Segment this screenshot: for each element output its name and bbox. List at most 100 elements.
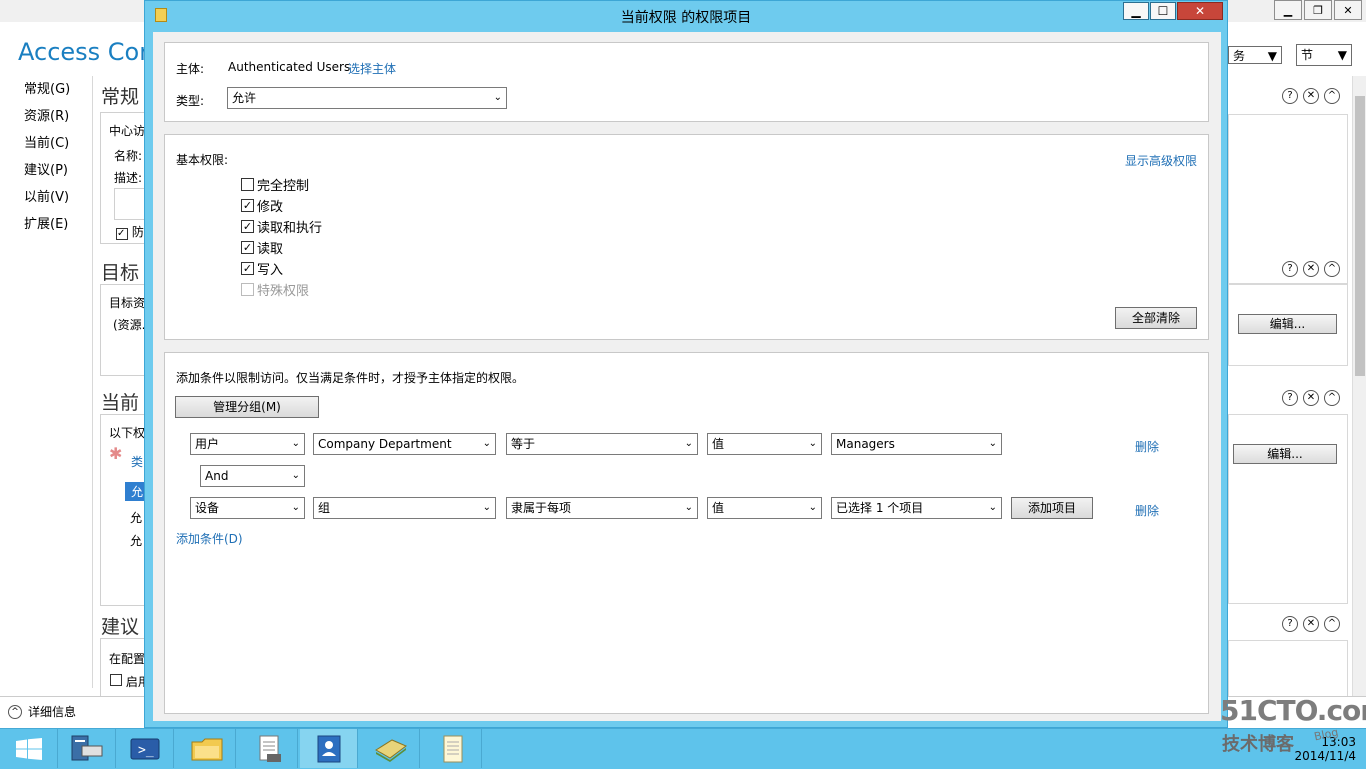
taskbar-document-tool[interactable]: [240, 729, 298, 768]
nav-item-extensions[interactable]: 扩展(E): [0, 211, 92, 238]
perm-write[interactable]: ✓ 写入: [241, 258, 283, 278]
add-items-button[interactable]: 添加项目: [1011, 497, 1093, 519]
condition1-operator-select[interactable]: 等于 ⌄: [506, 433, 698, 455]
condition1-subject-select[interactable]: 用户 ⌄: [190, 433, 305, 455]
windows-logo-icon: [15, 737, 42, 760]
condition1-source-select[interactable]: 值 ⌄: [707, 433, 822, 455]
dialog-window-controls: ▁ ☐ ✕: [1123, 2, 1223, 20]
select-principal-link[interactable]: 选择主体: [348, 60, 396, 77]
chevron-up-icon[interactable]: ^: [1324, 616, 1340, 632]
perm-special: 特殊权限: [241, 279, 309, 299]
condition1-subject-value: 用户: [195, 437, 220, 451]
perm-read[interactable]: ✓ 读取: [241, 237, 283, 257]
taskbar-server-manager[interactable]: [58, 729, 116, 768]
close-icon[interactable]: ✕: [1303, 390, 1319, 406]
right-select-1[interactable]: 务 ▼: [1228, 46, 1282, 64]
nav-item-current[interactable]: 当前(C): [0, 130, 92, 157]
right-panel-box-1: [1228, 114, 1348, 284]
show-advanced-link[interactable]: 显示高级权限: [1125, 152, 1197, 169]
section-controls-1: ? ✕ ^: [1282, 88, 1340, 104]
type-select[interactable]: 允许 ⌄: [227, 87, 507, 109]
edit-button-1[interactable]: 编辑...: [1238, 314, 1337, 334]
start-button[interactable]: [0, 729, 58, 768]
chevron-up-icon[interactable]: ^: [1324, 88, 1340, 104]
condition1-value-select[interactable]: Managers ⌄: [831, 433, 1002, 455]
checkbox-unchecked[interactable]: [241, 177, 254, 191]
nav-item-general[interactable]: 常规(G): [0, 76, 92, 103]
app-title: Access Cont: [18, 38, 164, 66]
checkbox-checked-icon[interactable]: ✓: [241, 198, 254, 212]
condition2-operator-select[interactable]: 隶属于每项 ⌄: [506, 497, 698, 519]
permission-entry-dialog: 当前权限 的权限项目 ▁ ☐ ✕ 主体: Authenticated Users…: [144, 0, 1228, 728]
perm-special-label: 特殊权限: [257, 283, 310, 299]
manage-groups-button[interactable]: 管理分组(M): [175, 396, 319, 418]
right-select-1-value: 务: [1233, 49, 1246, 63]
condition1-delete-link[interactable]: 删除: [1135, 438, 1159, 455]
edit-button-2[interactable]: 编辑...: [1233, 444, 1337, 464]
background-window-controls: ▁ ❐ ✕: [1274, 0, 1362, 20]
nav-item-resources[interactable]: 资源(R): [0, 103, 92, 130]
checkbox-checked-icon[interactable]: ✓: [241, 261, 254, 275]
scrollbar-thumb[interactable]: [1355, 96, 1365, 376]
minimize-icon[interactable]: ▁: [1123, 2, 1149, 20]
checkbox-checked-icon[interactable]: ✓: [241, 240, 254, 254]
chevron-up-icon[interactable]: ^: [1324, 261, 1340, 277]
close-icon[interactable]: ✕: [1303, 88, 1319, 104]
minimize-icon[interactable]: ▁: [1274, 0, 1302, 20]
maximize-icon[interactable]: ☐: [1150, 2, 1176, 20]
perm-full-control[interactable]: 完全控制: [241, 174, 309, 194]
taskbar-notepad[interactable]: [424, 729, 482, 768]
current-list-item-3[interactable]: 允: [130, 532, 142, 549]
perm-read-execute[interactable]: ✓ 读取和执行: [241, 216, 322, 236]
taskbar-file-explorer[interactable]: [178, 729, 236, 768]
basic-permissions-group: 基本权限: 显示高级权限 完全控制 ✓ 修改 ✓ 读取和执行 ✓ 读取 ✓ 写入: [164, 134, 1209, 340]
condition2-attribute-select[interactable]: 组 ⌄: [313, 497, 496, 519]
help-icon[interactable]: ?: [1282, 390, 1298, 406]
protect-checkbox[interactable]: ✓ 防: [116, 223, 144, 240]
nav-item-proposed[interactable]: 建议(P): [0, 157, 92, 184]
svg-text:>_: >_: [138, 743, 154, 758]
taskbar-powershell[interactable]: >_: [116, 729, 174, 768]
right-panel-box-3: [1228, 414, 1348, 604]
help-icon[interactable]: ?: [1282, 261, 1298, 277]
principal-group: 主体: Authenticated Users 选择主体 类型: 允许 ⌄: [164, 42, 1209, 122]
details-toggle[interactable]: ^ 详细信息: [8, 703, 76, 720]
taskbar-notebook[interactable]: [362, 729, 420, 768]
section-title-general: 常规: [101, 86, 140, 108]
right-select-2[interactable]: 节 ▼: [1296, 44, 1352, 66]
left-nav: 常规(G) 资源(R) 当前(C) 建议(P) 以前(V) 扩展(E): [0, 76, 93, 688]
clear-all-button[interactable]: 全部清除: [1115, 307, 1197, 329]
close-icon[interactable]: ✕: [1334, 0, 1362, 20]
dialog-titlebar[interactable]: 当前权限 的权限项目 ▁ ☐ ✕: [145, 1, 1227, 31]
condition2-value-select[interactable]: 已选择 1 个项目 ⌄: [831, 497, 1002, 519]
checkbox-checked-icon[interactable]: ✓: [241, 219, 254, 233]
close-icon[interactable]: ✕: [1177, 2, 1223, 20]
nav-item-previous[interactable]: 以前(V): [0, 184, 92, 211]
condition1-attribute-select[interactable]: Company Department ⌄: [313, 433, 496, 455]
help-icon[interactable]: ?: [1282, 88, 1298, 104]
condition2-subject-select[interactable]: 设备 ⌄: [190, 497, 305, 519]
target-inner-label: 目标资: [109, 296, 146, 310]
current-item-link[interactable]: 类: [131, 453, 143, 470]
vertical-scrollbar[interactable]: [1352, 76, 1366, 696]
current-list-item-2[interactable]: 允: [130, 509, 142, 526]
restore-icon[interactable]: ❐: [1304, 0, 1332, 20]
perm-modify[interactable]: ✓ 修改: [241, 195, 283, 215]
condition2-delete-link[interactable]: 删除: [1135, 502, 1159, 519]
help-icon[interactable]: ?: [1282, 616, 1298, 632]
details-label: 详细信息: [28, 705, 77, 719]
condition1-attribute-value: Company Department: [318, 437, 452, 451]
chevron-up-icon[interactable]: ^: [1324, 390, 1340, 406]
condition2-source-value: 值: [712, 501, 725, 515]
connector-value: And: [205, 469, 229, 483]
connector-select[interactable]: And ⌄: [200, 465, 305, 487]
condition2-source-select[interactable]: 值 ⌄: [707, 497, 822, 519]
condition2-attribute-value: 组: [318, 501, 331, 515]
taskbar-active-directory[interactable]: [300, 729, 358, 768]
close-icon[interactable]: ✕: [1303, 616, 1319, 632]
folder-icon: [191, 738, 222, 760]
type-label: 类型:: [176, 94, 205, 108]
conditions-group: 添加条件以限制访问。仅当满足条件时，才授予主体指定的权限。 管理分组(M) 用户…: [164, 352, 1209, 714]
add-condition-link[interactable]: 添加条件(D): [176, 530, 243, 547]
close-icon[interactable]: ✕: [1303, 261, 1319, 277]
